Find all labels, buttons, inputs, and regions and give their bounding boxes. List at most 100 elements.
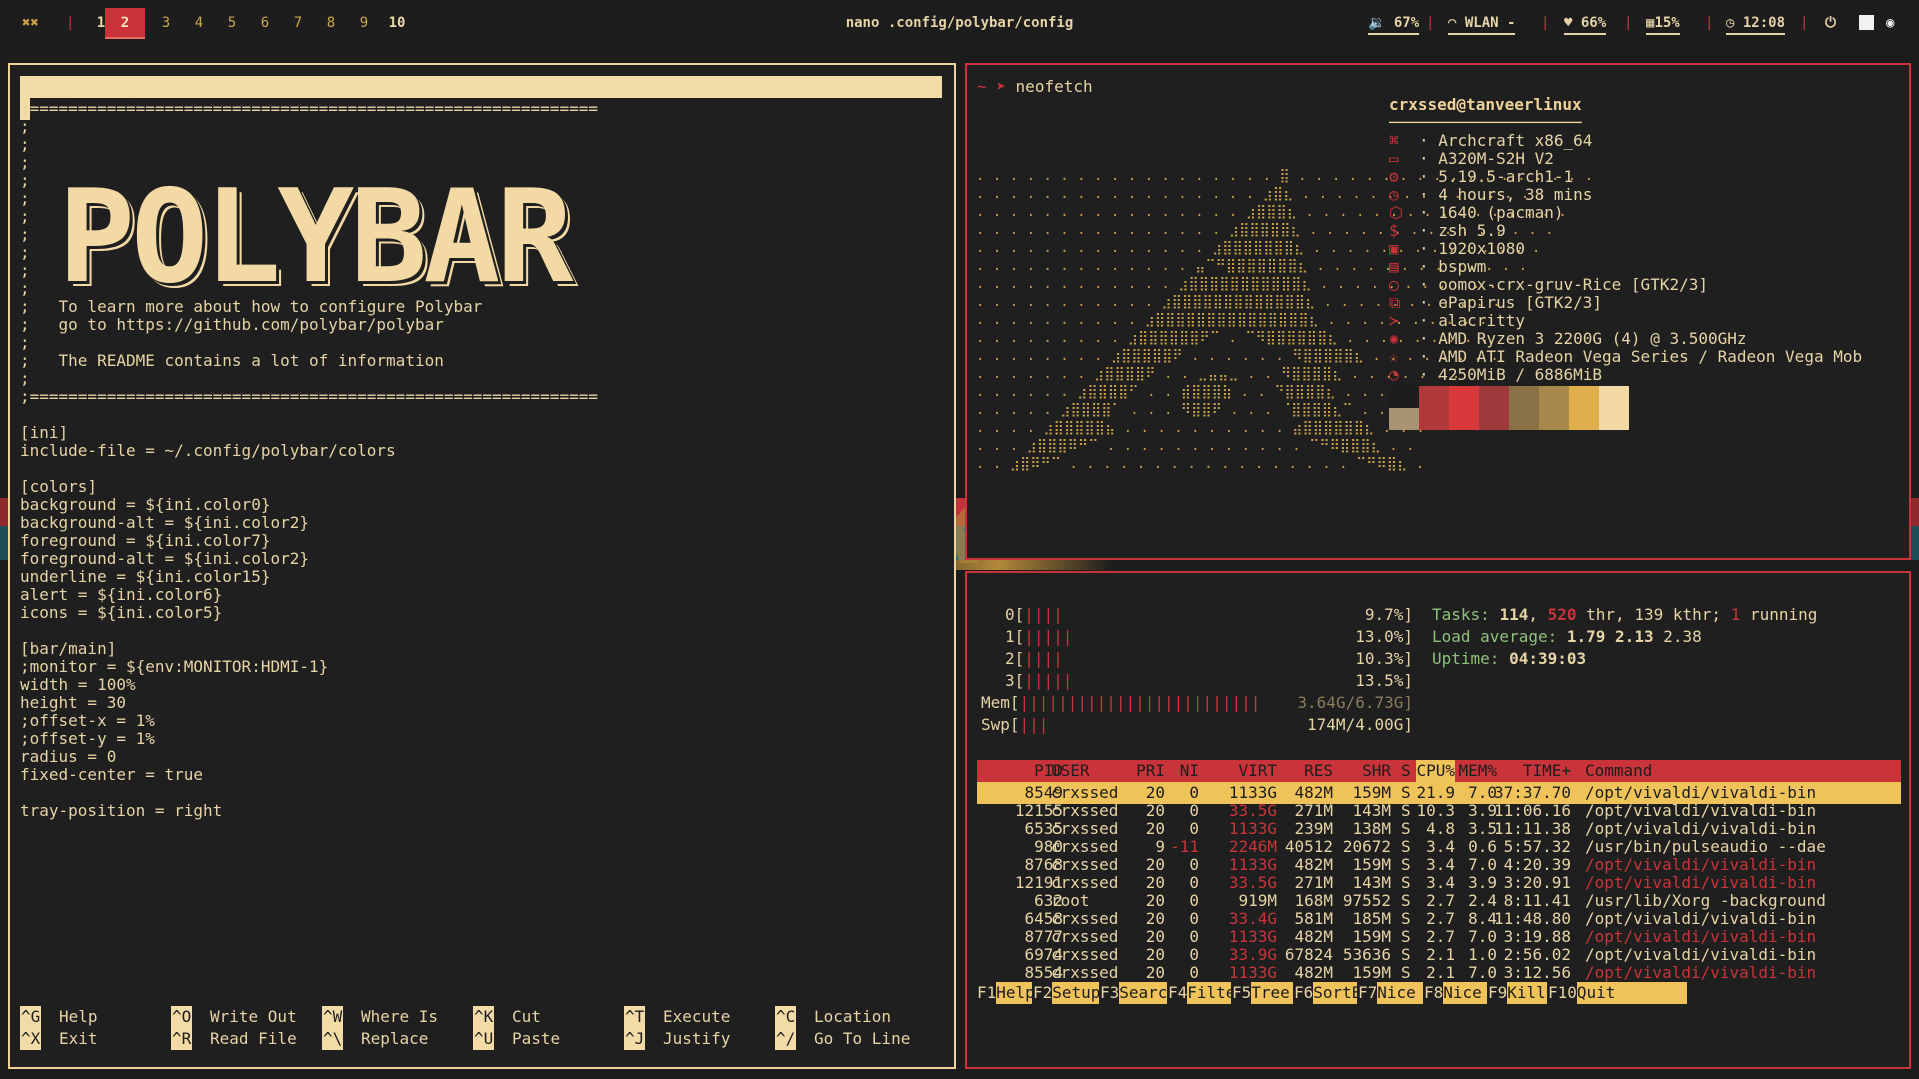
discord-icon[interactable]: ◉	[1886, 8, 1894, 39]
htop-terminal-window[interactable]: 0[|||| 9.7%] 1[||||| 13.0%] 2[|||| 10.3%] 3[||…	[965, 571, 1911, 1069]
tray-square-icon[interactable]	[1859, 15, 1874, 30]
function-key-search[interactable]: F3Search	[1100, 982, 1178, 1004]
shortcut-label[interactable]: Where Is	[361, 1006, 438, 1028]
function-key-nice[interactable]: F7Nice -	[1358, 982, 1436, 1004]
shortcut-label[interactable]: Cut	[512, 1006, 541, 1028]
function-key-sortby[interactable]: F6SortBy	[1294, 982, 1371, 1004]
load-5: 2.13	[1615, 627, 1654, 646]
shortcut-key[interactable]: ^W	[322, 1006, 344, 1028]
shortcut-label[interactable]: Location	[814, 1006, 891, 1028]
function-key-code: F1	[977, 983, 997, 1002]
neofetch-terminal-window[interactable]: ~ ➤ neofetch . . . . . . . . . . . . . .…	[965, 63, 1911, 560]
tasks-count: 114	[1499, 605, 1529, 624]
power-icon[interactable]: ⏻	[1825, 8, 1836, 39]
running-count: 1	[1730, 605, 1741, 624]
shortcut-key[interactable]: ^J	[624, 1028, 646, 1050]
threads-label: thr,	[1586, 605, 1625, 624]
wifi-module[interactable]: ◠ WLAN -	[1448, 8, 1516, 39]
shortcut-key[interactable]: ^/	[775, 1028, 797, 1050]
nano-line: ; The README contains a lot of informati…	[20, 351, 444, 370]
function-key-code: F4	[1168, 983, 1188, 1002]
palette-swatch	[1569, 386, 1599, 408]
heart-icon: ♥	[1564, 15, 1573, 31]
polybar-ascii-logo: POLYBAR	[58, 163, 573, 312]
cpu-percent: 9.7%]	[1364, 605, 1413, 624]
column-header[interactable]: TIME+	[1523, 760, 1571, 782]
function-key-filter[interactable]: F4Filter	[1168, 982, 1245, 1004]
shortcut-label[interactable]: Read File	[210, 1028, 297, 1050]
column-header[interactable]: USER	[1051, 760, 1090, 782]
shortcut-key[interactable]: ^\	[322, 1028, 344, 1050]
process-row[interactable]: 8554 crxssed 20 0 1133G 482M 159M S 2.1 7.0 3:12.5…	[977, 962, 1901, 984]
column-header[interactable]: VIRT	[1238, 760, 1277, 782]
shortcut-key[interactable]: ^K	[473, 1006, 495, 1028]
swp-meter: Swp[|||	[981, 714, 1048, 736]
function-key-quit[interactable]: F10Quit	[1548, 982, 1687, 1004]
cpu-meter: 0[||||	[1005, 604, 1063, 626]
function-key-help[interactable]: F1Help	[977, 982, 1035, 1004]
nano-title-bar: GNU nano 6.4 .config/polybar/config	[20, 76, 942, 140]
shortcut-key[interactable]: ^T	[624, 1006, 646, 1028]
shortcut-label[interactable]: Help	[59, 1006, 98, 1028]
kthreads: 139 kthr;	[1634, 605, 1722, 624]
process-cell: S	[1401, 963, 1411, 982]
palette-swatch	[1539, 386, 1569, 408]
column-header[interactable]: RES	[1304, 760, 1333, 782]
function-key-nice[interactable]: F8Nice +	[1424, 982, 1501, 1004]
shortcut-key[interactable]: ^R	[171, 1028, 193, 1050]
volume-value: 67%	[1393, 15, 1420, 31]
shortcut-key[interactable]: ^G	[20, 1006, 42, 1028]
shortcut-label[interactable]: Go To Line	[814, 1028, 910, 1050]
cpu-meter: 1[|||||	[1005, 626, 1072, 648]
clock-module[interactable]: ◷ 12:08	[1726, 8, 1786, 39]
process-cell: 3:12.56	[1503, 963, 1571, 982]
function-key-setup[interactable]: F2Setup	[1033, 982, 1101, 1004]
function-key-label: Nice -	[1377, 982, 1436, 1004]
function-key-tree[interactable]: F5Tree	[1232, 982, 1294, 1004]
shortcut-label[interactable]: Paste	[512, 1028, 560, 1050]
running-label: running	[1749, 605, 1818, 624]
palette-swatch	[1569, 408, 1599, 430]
function-key-code: F3	[1100, 983, 1120, 1002]
shortcut-label[interactable]: Execute	[663, 1006, 730, 1028]
column-header[interactable]: MEM%	[1458, 760, 1497, 782]
volume-module[interactable]: 🔉 67%	[1368, 8, 1420, 39]
command-text: neofetch	[1015, 77, 1093, 96]
shortcut-key[interactable]: ^C	[775, 1006, 797, 1028]
process-table-header[interactable]: PID USER PRI NI VIRT RES SHR S CPU% MEM% TIME+ Comm…	[977, 760, 1901, 782]
shortcut-label[interactable]: Exit	[59, 1028, 98, 1050]
shortcut-label[interactable]: Justify	[663, 1028, 730, 1050]
shortcut-key[interactable]: ^O	[171, 1006, 193, 1028]
function-key-label: Setup	[1052, 982, 1101, 1004]
column-header[interactable]: SHR	[1362, 760, 1391, 782]
tasks-label: Tasks:	[1432, 605, 1490, 624]
palette-swatch	[1599, 408, 1629, 430]
archcraft-ascii-logo: . . . . . . . . . . . . . . . . . . ⣿ . …	[976, 165, 1593, 558]
shortcut-key[interactable]: ^U	[473, 1028, 495, 1050]
cpu-module[interactable]: ▦15%	[1646, 8, 1680, 39]
shortcut-label[interactable]: Replace	[361, 1028, 428, 1050]
function-key-code: F8	[1424, 983, 1444, 1002]
column-header[interactable]: Command	[1585, 760, 1652, 782]
palette-swatch	[1389, 386, 1419, 408]
shell-prompt-line: ~ ➤ neofetch	[977, 76, 1093, 98]
column-header[interactable]: NI	[1180, 760, 1199, 782]
function-key-label: Search	[1119, 982, 1178, 1004]
wifi-icon: ◠	[1448, 15, 1457, 31]
column-header[interactable]: S	[1401, 760, 1411, 782]
nano-editor-window[interactable]: GNU nano 6.4 .config/polybar/config ;===…	[8, 63, 956, 1069]
column-header[interactable]: PRI	[1136, 760, 1165, 782]
palette-swatch	[1539, 408, 1569, 430]
palette-swatch	[1509, 386, 1539, 408]
shortcut-label[interactable]: Write Out	[210, 1006, 297, 1028]
load-label: Load average:	[1432, 627, 1558, 646]
function-key-code: F10	[1548, 983, 1577, 1002]
battery-module[interactable]: ♥ 66%	[1564, 8, 1607, 39]
column-header[interactable]: CPU%	[1416, 760, 1455, 782]
function-key-code: F7	[1358, 983, 1378, 1002]
function-key-label: Kill	[1507, 982, 1548, 1004]
nano-line: ; go to https://github.com/polybar/polyb…	[20, 315, 444, 334]
nano-line: ;=======================================…	[20, 387, 598, 406]
shortcut-key[interactable]: ^X	[20, 1028, 42, 1050]
function-key-kill[interactable]: F9Kill	[1488, 982, 1548, 1004]
